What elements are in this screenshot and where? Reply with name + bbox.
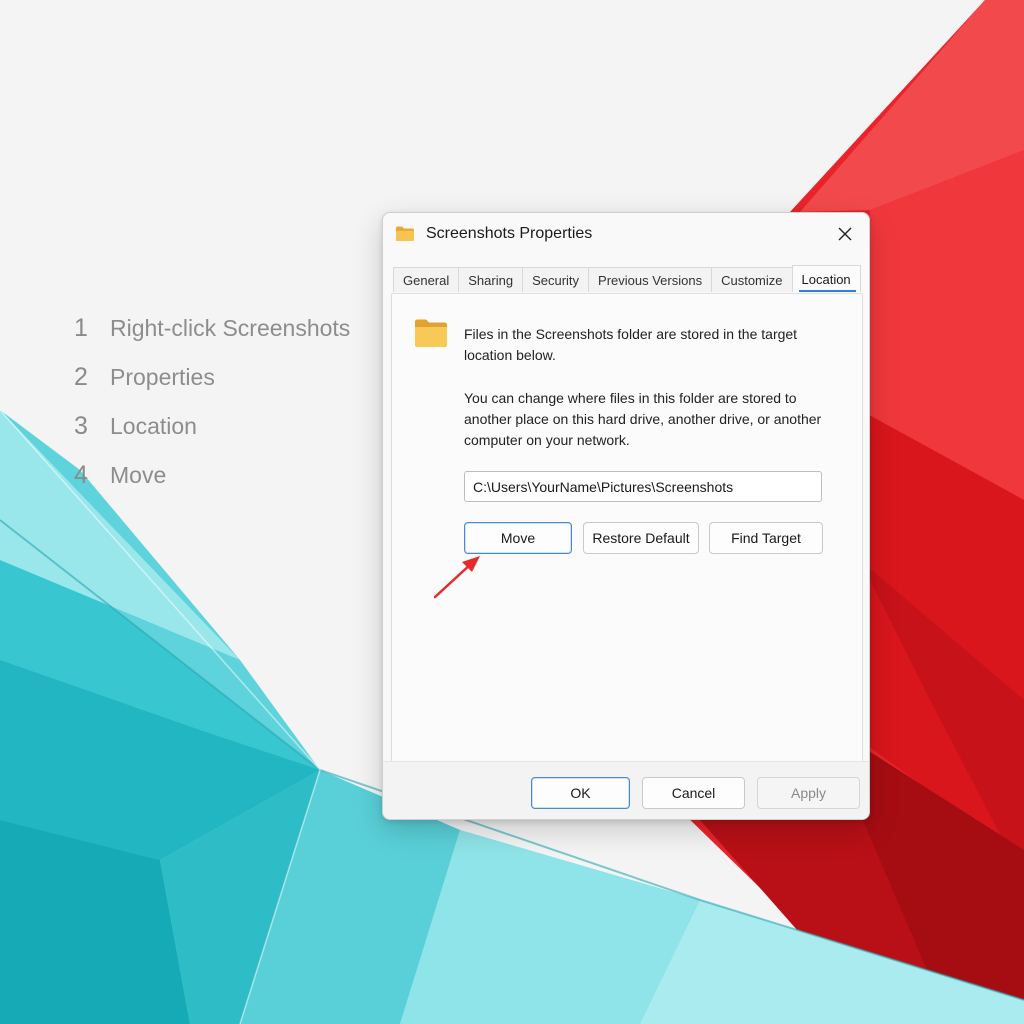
step-item: 1 Right-click Screenshots bbox=[74, 314, 350, 363]
step-number: 3 bbox=[74, 412, 88, 440]
tab-general[interactable]: General bbox=[393, 267, 460, 292]
close-button[interactable] bbox=[829, 219, 861, 249]
dialog-title: Screenshots Properties bbox=[426, 225, 593, 242]
folder-icon bbox=[396, 226, 414, 241]
close-icon bbox=[838, 227, 852, 241]
step-item: 2 Properties bbox=[74, 363, 350, 412]
step-text: Right-click Screenshots bbox=[110, 315, 351, 341]
step-text: Move bbox=[110, 462, 167, 488]
apply-button[interactable]: Apply bbox=[757, 777, 860, 809]
step-item: 4 Move bbox=[74, 461, 350, 510]
tab-previous-versions[interactable]: Previous Versions bbox=[588, 267, 713, 292]
tab-location[interactable]: Location bbox=[791, 265, 861, 292]
cancel-button[interactable]: Cancel bbox=[642, 777, 745, 809]
find-target-button[interactable]: Find Target bbox=[709, 522, 823, 554]
desktop-background: 1 Right-click Screenshots 2 Properties 3… bbox=[0, 0, 1024, 1024]
location-hint: You can change where files in this folde… bbox=[464, 390, 822, 448]
tab-customize[interactable]: Customize bbox=[711, 267, 793, 292]
target-path-input[interactable] bbox=[464, 471, 822, 502]
location-description: Files in the Screenshots folder are stor… bbox=[464, 326, 798, 363]
tab-security[interactable]: Security bbox=[522, 267, 590, 292]
steps-list: 1 Right-click Screenshots 2 Properties 3… bbox=[74, 314, 350, 510]
tab-strip: General Sharing Security Previous Versio… bbox=[393, 265, 861, 293]
tab-sharing[interactable]: Sharing bbox=[458, 267, 524, 292]
location-panel: Files in the Screenshots folder are stor… bbox=[391, 293, 863, 763]
step-item: 3 Location bbox=[74, 412, 350, 461]
step-number: 4 bbox=[74, 461, 88, 489]
properties-dialog: Screenshots Properties General Sharing S… bbox=[382, 212, 870, 820]
ok-button[interactable]: OK bbox=[531, 777, 630, 809]
step-number: 2 bbox=[74, 363, 88, 391]
step-number: 1 bbox=[74, 314, 88, 342]
move-button[interactable]: Move bbox=[464, 522, 572, 554]
step-text: Location bbox=[110, 413, 197, 439]
dialog-footer: OK Cancel Apply bbox=[383, 761, 869, 819]
step-text: Properties bbox=[110, 364, 215, 390]
title-bar[interactable]: Screenshots Properties bbox=[383, 213, 869, 257]
restore-default-button[interactable]: Restore Default bbox=[583, 522, 699, 554]
folder-icon bbox=[415, 319, 447, 347]
